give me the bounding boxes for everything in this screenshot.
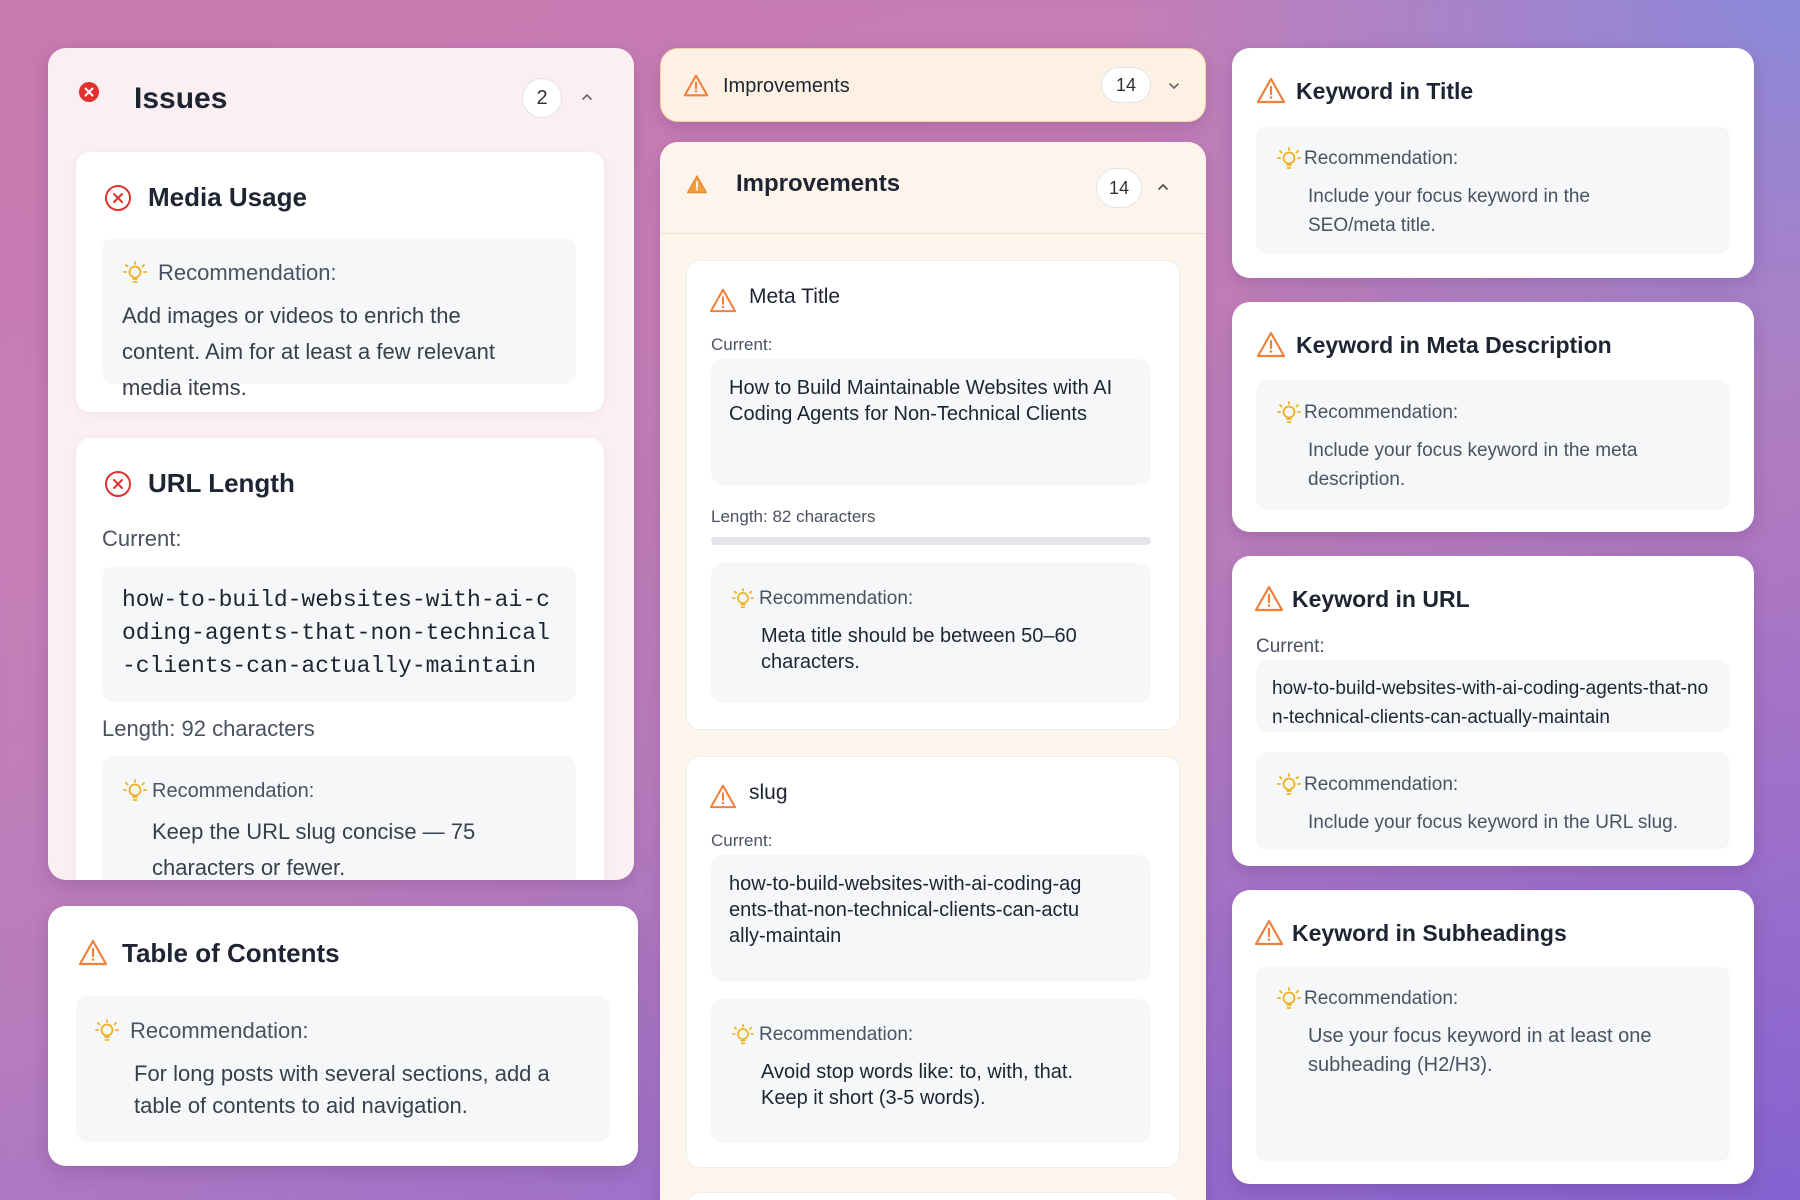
error-filled-icon [78, 81, 100, 103]
slug-current-box: how-to-build-websites-with-ai-coding-age… [711, 855, 1151, 981]
recommendation-label: Recommendation: [130, 1018, 309, 1043]
meta-title-recommendation-box: Recommendation: Meta title should be bet… [711, 563, 1151, 703]
lightbulb-icon [1276, 986, 1302, 1012]
recommendation-label: Recommendation: [1304, 774, 1459, 795]
keyword-url-recommendation-text: Include your focus keyword in the URL sl… [1308, 812, 1678, 833]
meta-title-card: Meta Title Current: How to Build Maintai… [686, 260, 1180, 730]
keyword-subheadings-heading: Keyword in Subheadings [1292, 920, 1567, 946]
keyword-in-url-card: Keyword in URL Current: how-to-build-web… [1232, 556, 1754, 866]
keyword-url-recommendation-box: Recommendation: Include your focus keywo… [1256, 752, 1730, 850]
keyword-meta-recommendation-text: Include your focus keyword in the meta d… [1308, 440, 1638, 490]
slug-recommendation-text: Avoid stop words like: to, with, that. K… [761, 1061, 1074, 1109]
url-current-value: how-to-build-websites-with-ai-c oding-ag… [102, 566, 576, 702]
keyword-subheadings-recommendation-box: Recommendation: Use your focus keyword i… [1256, 966, 1730, 1162]
recommendation-label: Recommendation: [152, 779, 315, 802]
keyword-meta-heading: Keyword in Meta Description [1296, 332, 1612, 358]
url-length-card: URL Length Current: how-to-build-website… [76, 438, 604, 880]
next-improvement-card [686, 1192, 1180, 1200]
warning-triangle-icon [1254, 918, 1284, 946]
lightbulb-icon [731, 1023, 755, 1047]
warning-triangle-icon [709, 287, 737, 313]
slug-card: slug Current: how-to-build-websites-with… [686, 756, 1180, 1168]
url-current-text: how-to-build-websites-with-ai-c oding-ag… [122, 587, 550, 679]
meta-title-length-text: Length: 82 characters [711, 507, 876, 526]
keyword-url-current-box: how-to-build-websites-with-ai-coding-age… [1256, 660, 1730, 732]
toc-recommendation-text: For long posts with several sections, ad… [134, 1061, 550, 1118]
improvements-panel: Improvements 14 Meta Title Current: How … [660, 142, 1206, 1200]
chevron-down-icon[interactable] [1167, 79, 1181, 98]
media-usage-card: Media Usage Recommendation: Add images o… [76, 152, 604, 412]
warning-triangle-icon [1256, 76, 1286, 104]
issues-title: Issues [134, 82, 228, 115]
improvements-collapsed-header[interactable]: Improvements 14 [660, 48, 1206, 122]
improvements-count-badge: 14 [1096, 168, 1142, 208]
lightbulb-icon [1276, 772, 1302, 798]
lightbulb-icon [122, 260, 148, 286]
warning-triangle-icon [683, 73, 709, 97]
toc-recommendation-box: Recommendation: For long posts with seve… [76, 996, 610, 1142]
lightbulb-icon [1276, 146, 1302, 172]
warning-triangle-icon [1254, 584, 1284, 612]
media-recommendation-text: Add images or videos to enrich the conte… [122, 303, 495, 400]
warning-filled-icon [686, 174, 708, 194]
slug-current-text: how-to-build-websites-with-ai-coding-age… [729, 873, 1082, 947]
meta-title-current-box: How to Build Maintainable Websites with … [711, 359, 1151, 485]
keyword-title-heading: Keyword in Title [1296, 78, 1474, 104]
issues-count-badge: 2 [522, 78, 562, 118]
current-label: Current: [102, 526, 182, 551]
url-recommendation-box: Recommendation: Keep the URL slug concis… [102, 756, 576, 880]
warning-triangle-icon [1256, 330, 1286, 358]
keyword-url-current-text: how-to-build-websites-with-ai-coding-age… [1272, 678, 1709, 728]
url-recommendation-text: Keep the URL slug concise — 75 character… [152, 819, 476, 880]
improvements-collapsed-title: Improvements [723, 75, 850, 97]
lightbulb-icon [122, 778, 148, 804]
meta-title-recommendation-text: Meta title should be between 50–60 chara… [761, 625, 1077, 673]
keyword-url-heading: Keyword in URL [1292, 586, 1470, 612]
error-circle-icon [104, 470, 132, 498]
current-label: Current: [1256, 636, 1325, 657]
url-length-title: URL Length [148, 468, 295, 498]
media-usage-title: Media Usage [148, 182, 307, 212]
lightbulb-icon [94, 1018, 120, 1044]
lightbulb-icon [1276, 400, 1302, 426]
keyword-in-meta-description-card: Keyword in Meta Description Recommendati… [1232, 302, 1754, 532]
meta-title-current-text: How to Build Maintainable Websites with … [729, 377, 1113, 425]
media-recommendation-box: Recommendation: Add images or videos to … [102, 238, 576, 400]
recommendation-label: Recommendation: [158, 260, 337, 285]
table-of-contents-card: Table of Contents Recommendation: For lo… [48, 906, 638, 1166]
issues-header[interactable]: Issues 2 [48, 48, 634, 152]
keyword-title-recommendation-box: Recommendation: Include your focus keywo… [1256, 126, 1730, 254]
keyword-subheadings-recommendation-text: Use your focus keyword in at least one s… [1308, 1025, 1652, 1076]
current-label: Current: [711, 831, 773, 850]
recommendation-label: Recommendation: [759, 588, 914, 609]
recommendation-label: Recommendation: [759, 1024, 914, 1045]
issues-panel: Issues 2 Media Usage Recommendation: Add… [48, 48, 634, 880]
url-length-text: Length: 92 characters [102, 716, 315, 741]
improvements-header[interactable]: Improvements 14 [660, 142, 1206, 234]
keyword-in-subheadings-card: Keyword in Subheadings Recommendation: U… [1232, 890, 1754, 1184]
slug-recommendation-box: Recommendation: Avoid stop words like: t… [711, 999, 1151, 1143]
meta-title-length-bar [711, 537, 1151, 545]
recommendation-label: Recommendation: [1304, 402, 1459, 423]
warning-triangle-icon [709, 783, 737, 809]
recommendation-label: Recommendation: [1304, 148, 1459, 169]
chevron-up-icon[interactable] [1156, 180, 1170, 199]
error-circle-icon [104, 184, 132, 212]
keyword-meta-recommendation-box: Recommendation: Include your focus keywo… [1256, 380, 1730, 510]
current-label: Current: [711, 335, 773, 354]
improvements-collapsed-count: 14 [1101, 67, 1151, 103]
improvements-title: Improvements [736, 170, 901, 197]
lightbulb-icon [731, 587, 755, 611]
slug-heading: slug [749, 781, 788, 804]
warning-triangle-icon [78, 938, 108, 966]
meta-title-heading: Meta Title [749, 285, 841, 308]
toc-title: Table of Contents [122, 938, 340, 968]
chevron-up-icon[interactable] [580, 90, 594, 109]
recommendation-label: Recommendation: [1304, 988, 1459, 1009]
keyword-title-recommendation-text: Include your focus keyword in the SEO/me… [1308, 186, 1590, 236]
keyword-in-title-card: Keyword in Title Recommendation: Include… [1232, 48, 1754, 278]
